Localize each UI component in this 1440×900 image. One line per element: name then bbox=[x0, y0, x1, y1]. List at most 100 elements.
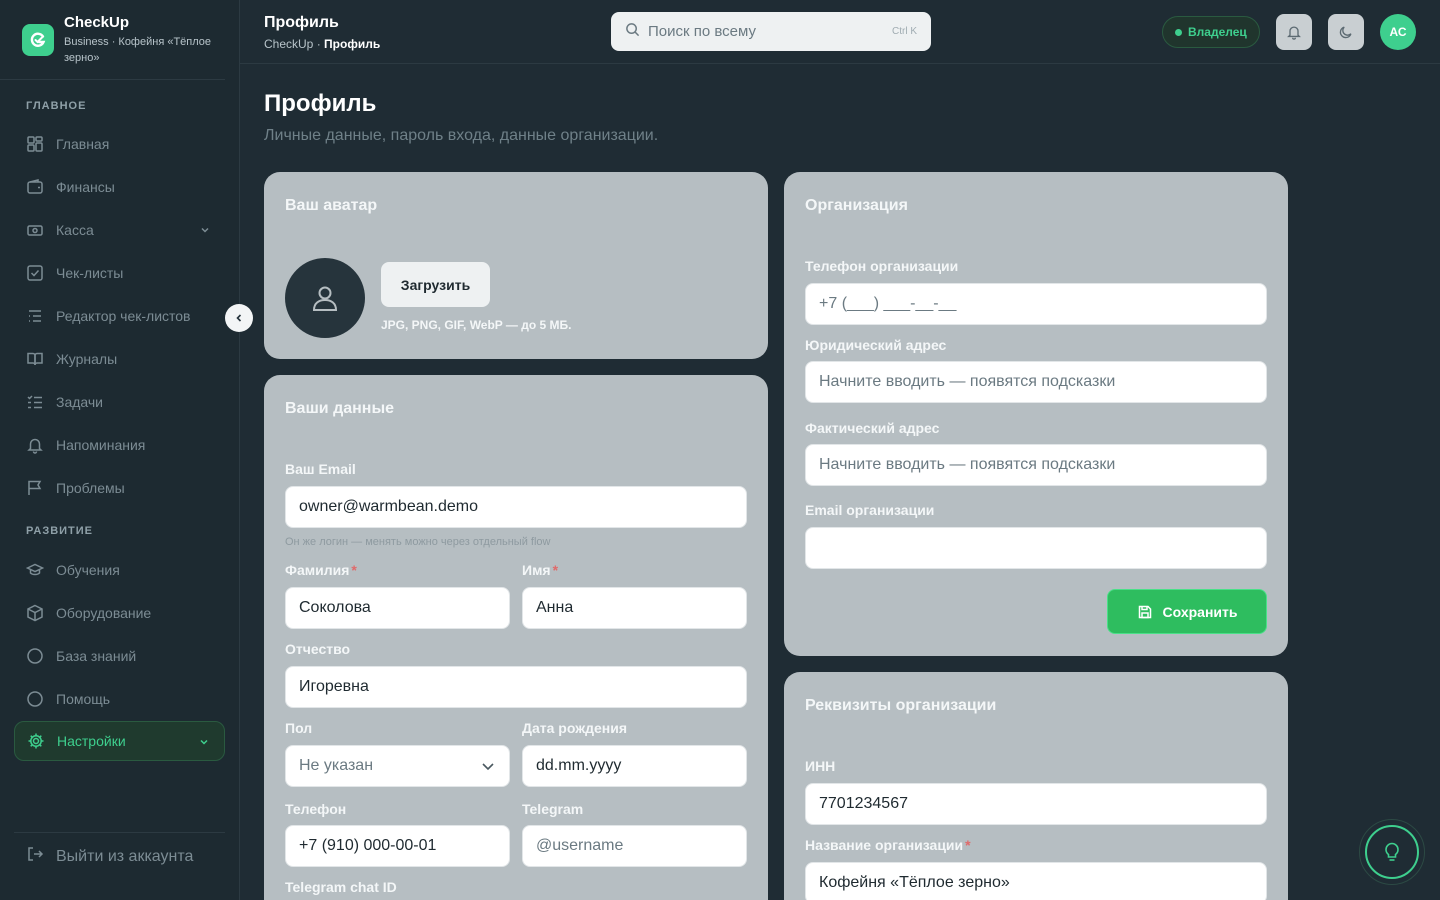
telegram-label: Telegram bbox=[522, 801, 584, 817]
circle-icon bbox=[26, 690, 44, 708]
brand[interactable]: CheckUp Business · Кофейня «Тёплое зерно… bbox=[0, 0, 225, 80]
email-field[interactable]: owner@warmbean.demo bbox=[285, 486, 747, 528]
organization-card: Организация Телефон организации +7 (___)… bbox=[784, 172, 1288, 656]
sidebar-item-label: Задачи bbox=[56, 394, 104, 410]
legal-address-field[interactable]: Начните вводить — появятся подсказки bbox=[805, 361, 1267, 403]
checkup-logo-icon bbox=[22, 24, 54, 56]
sidebar-item-label: Касса bbox=[56, 222, 94, 238]
bell-icon bbox=[26, 436, 44, 454]
search-shortcut: Ctrl K bbox=[892, 26, 917, 37]
box-icon bbox=[26, 604, 44, 622]
sidebar-item-label: Журналы bbox=[56, 351, 118, 367]
sidebar-item-home[interactable]: Главная bbox=[14, 124, 225, 164]
brand-subtitle: Business · Кофейня «Тёплое зерно» bbox=[64, 36, 212, 64]
sidebar-item-training[interactable]: Обучения bbox=[14, 550, 225, 590]
telegram-field[interactable]: @username bbox=[522, 825, 747, 867]
tasks-icon bbox=[26, 393, 44, 411]
required-mark: * bbox=[351, 562, 357, 578]
page-title: Профиль bbox=[264, 90, 377, 117]
breadcrumb-current: Профиль bbox=[324, 37, 381, 51]
requisites-card-title: Реквизиты организации bbox=[805, 697, 997, 714]
org-phone-label: Телефон организации bbox=[805, 258, 959, 274]
sidebar-item-label: Обучения bbox=[56, 562, 120, 578]
legal-address-label: Юридический адрес bbox=[805, 337, 947, 353]
sidebar-item-label: База знаний bbox=[56, 648, 137, 664]
cash-register-icon bbox=[26, 221, 44, 239]
nav-section-growth: РАЗВИТИЕ bbox=[26, 525, 94, 537]
sidebar-item-label: Проблемы bbox=[56, 480, 125, 496]
middle-name-field[interactable]: Игоревна bbox=[285, 666, 747, 708]
required-mark: * bbox=[552, 562, 559, 578]
sidebar-item-equipment[interactable]: Оборудование bbox=[14, 593, 225, 633]
org-email-label: Email организации bbox=[805, 502, 935, 518]
sidebar-item-settings[interactable]: Настройки bbox=[14, 721, 225, 761]
logout-icon bbox=[26, 845, 44, 868]
birthdate-field[interactable]: dd.mm.yyyy bbox=[522, 745, 747, 787]
breadcrumb: CheckUp · Профиль bbox=[264, 37, 380, 51]
phone-label: Телефон bbox=[285, 801, 347, 817]
list-edit-icon bbox=[26, 307, 44, 325]
status-dot-icon bbox=[1175, 28, 1182, 36]
sidebar-item-label: Главная bbox=[56, 136, 110, 152]
save-button[interactable]: Сохранить bbox=[1107, 589, 1267, 634]
gender-select[interactable]: Не указан bbox=[285, 745, 510, 787]
required-mark: * bbox=[965, 837, 971, 853]
sidebar-item-cash[interactable]: Касса bbox=[14, 210, 225, 250]
gender-selected-value: Не указан bbox=[299, 757, 374, 774]
book-icon bbox=[26, 350, 44, 368]
sidebar-item-finance[interactable]: Финансы bbox=[14, 167, 225, 207]
sidebar-item-label: Редактор чек-листов bbox=[56, 308, 191, 324]
notifications-button[interactable] bbox=[1276, 14, 1312, 50]
inn-label: ИНН bbox=[805, 758, 836, 774]
graduation-cap-icon bbox=[26, 561, 44, 579]
sidebar-item-problems[interactable]: Проблемы bbox=[14, 468, 225, 508]
sidebar-item-tasks[interactable]: Задачи bbox=[14, 382, 225, 422]
brand-name: CheckUp bbox=[64, 14, 130, 31]
breadcrumb-root[interactable]: CheckUp bbox=[264, 37, 313, 51]
middle-name-label: Отчество bbox=[285, 641, 351, 657]
theme-toggle-button[interactable] bbox=[1328, 14, 1364, 50]
first-name-field[interactable]: Анна bbox=[522, 587, 747, 629]
last-name-field[interactable]: Соколова bbox=[285, 587, 510, 629]
sidebar-item-checklists[interactable]: Чек-листы bbox=[14, 253, 225, 293]
sidebar-item-label: Чек-листы bbox=[56, 265, 124, 281]
inn-field[interactable]: 7701234567 bbox=[805, 783, 1267, 825]
org-name-label: Название организации * bbox=[805, 837, 971, 853]
sidebar-item-label: Помощь bbox=[56, 691, 111, 707]
sidebar-item-reminders[interactable]: Напоминания bbox=[14, 425, 225, 465]
top-header: Профиль CheckUp · Профиль Поиск по всему… bbox=[240, 0, 1440, 64]
first-name-label: Имя * bbox=[522, 562, 559, 578]
breadcrumb-separator: · bbox=[313, 37, 325, 51]
upload-avatar-button[interactable]: Загрузить bbox=[381, 262, 490, 307]
sidebar-item-checklist-editor[interactable]: Редактор чек-листов bbox=[14, 296, 225, 336]
sidebar-item-help[interactable]: Помощь bbox=[14, 679, 225, 719]
sidebar-collapse-button[interactable] bbox=[225, 304, 253, 332]
chevron-down-icon bbox=[199, 223, 211, 239]
circle-icon bbox=[26, 647, 44, 665]
role-badge[interactable]: Владелец bbox=[1162, 16, 1260, 48]
org-name-field[interactable]: Кофейня «Тёплое зерно» bbox=[805, 862, 1267, 900]
tips-button[interactable] bbox=[1365, 825, 1419, 879]
upload-hint: JPG, PNG, GIF, WebP — до 5 МБ. bbox=[381, 318, 572, 332]
personal-data-card: Ваши данные Ваш Email owner@warmbean.dem… bbox=[264, 375, 768, 900]
logout-button[interactable]: Выйти из аккаунта bbox=[14, 832, 225, 868]
chevron-down-icon bbox=[482, 763, 494, 771]
sidebar-item-knowledge-base[interactable]: База знаний bbox=[14, 636, 225, 676]
role-badge-label: Владелец bbox=[1188, 25, 1247, 39]
avatar-card-title: Ваш аватар bbox=[285, 197, 378, 214]
sidebar-item-journals[interactable]: Журналы bbox=[14, 339, 225, 379]
chevron-left-icon bbox=[236, 314, 242, 322]
sidebar-item-label: Оборудование bbox=[56, 605, 152, 621]
org-phone-field[interactable]: +7 (___) ___-__-__ bbox=[805, 283, 1267, 325]
actual-address-label: Фактический адрес bbox=[805, 420, 940, 436]
user-avatar[interactable]: АС bbox=[1380, 14, 1416, 50]
org-email-field[interactable] bbox=[805, 527, 1267, 569]
save-label: Сохранить bbox=[1162, 603, 1238, 620]
phone-field[interactable]: +7 (910) 000-00-01 bbox=[285, 825, 510, 867]
bell-icon bbox=[1287, 26, 1301, 40]
search-placeholder: Поиск по всему bbox=[648, 23, 756, 40]
actual-address-field[interactable]: Начните вводить — появятся подсказки bbox=[805, 444, 1267, 486]
sidebar-item-label: Настройки bbox=[57, 733, 126, 749]
avatar-placeholder bbox=[285, 258, 365, 338]
search-input[interactable]: Поиск по всему Ctrl K bbox=[611, 12, 931, 51]
